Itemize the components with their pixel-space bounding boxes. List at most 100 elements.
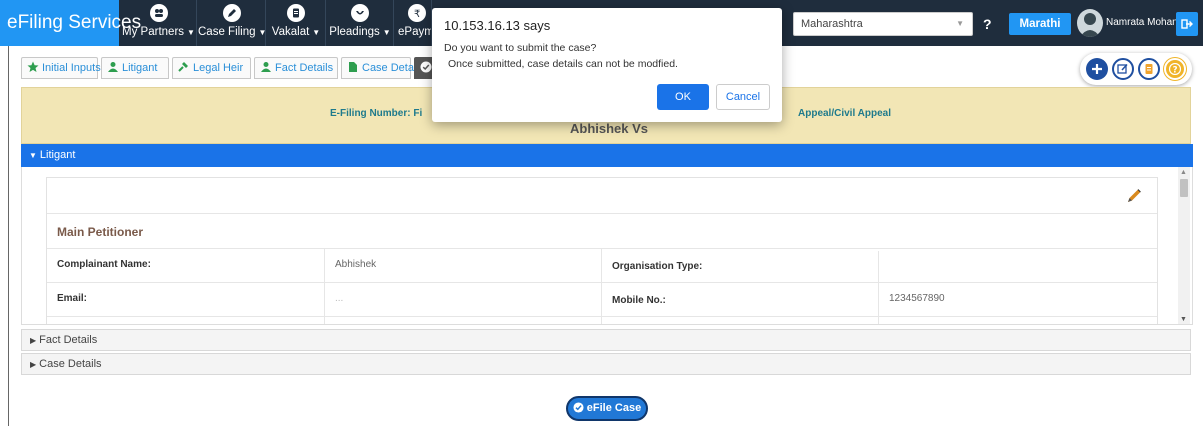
pencil-icon [222, 4, 241, 22]
dialog-message: Do you want to submit the case? [444, 42, 597, 54]
caret-down-icon: ▼ [382, 28, 391, 37]
dialog-title: 10.153.16.13 says [444, 18, 551, 33]
field-value: 1234567890 [889, 293, 945, 304]
state-select-value: Maharashtra [801, 18, 863, 30]
efiling-page: eFiling Services My Partners ▼ Case Filin… [0, 0, 1203, 426]
state-select[interactable]: Maharashtra ▼ [793, 12, 973, 36]
caret-down-icon: ▼ [29, 151, 37, 160]
rupee-icon: ₹ [408, 4, 426, 22]
case-type: Appeal/Civil Appeal [798, 108, 891, 119]
caret-right-icon: ▶ [30, 360, 37, 369]
efile-label: eFile Case [586, 402, 642, 414]
petitioner-details-grid: Complainant Name: Abhishek Organisation … [47, 248, 1157, 324]
litigant-panel-header[interactable]: ▼ Litigant [21, 144, 1193, 167]
tab-label: Initial Inputs [42, 62, 101, 74]
nav-pleadings[interactable]: Pleadings ▼ [327, 0, 394, 46]
caret-down-icon: ▼ [187, 28, 195, 37]
document-icon [287, 4, 305, 22]
table-row: Email: ... Mobile No.: 1234567890 [47, 282, 1157, 319]
table-row [47, 316, 1157, 324]
field-value [879, 249, 1157, 283]
edit-button[interactable] [1112, 58, 1134, 80]
star-icon [27, 61, 39, 72]
caret-right-icon: ▶ [30, 336, 37, 345]
scroll-down-icon[interactable]: ▼ [1180, 316, 1187, 323]
user-icon [261, 62, 271, 72]
brand-logo[interactable]: eFiling Services [0, 0, 141, 46]
document-button[interactable] [1138, 58, 1160, 80]
field-value: ... [325, 283, 602, 317]
file-icon [349, 62, 357, 72]
gavel-icon [178, 62, 188, 72]
nav-label: Vakalat [271, 26, 310, 38]
check-circle-icon [420, 61, 432, 73]
field-label: Email: [47, 283, 325, 317]
add-button[interactable] [1086, 58, 1108, 80]
litigant-panel-body: Main Petitioner Complainant Name: Abhish… [21, 167, 1193, 325]
confirm-dialog: 10.153.16.13 says Do you want to submit … [432, 8, 782, 122]
help-label: ? [983, 16, 992, 32]
tab-case-details[interactable]: Case Details [341, 57, 424, 79]
caret-down-icon: ▼ [312, 28, 321, 37]
petitioner-card: Main Petitioner Complainant Name: Abhish… [46, 177, 1158, 324]
field-label: Organisation Type: [602, 251, 879, 285]
tab-label: Fact Details [275, 62, 334, 74]
case-details-panel[interactable]: ▶ Case Details [21, 353, 1191, 375]
svg-text:₹: ₹ [414, 9, 420, 19]
table-row: Complainant Name: Abhishek Organisation … [47, 248, 1157, 285]
nav-label: ePaym [398, 26, 432, 38]
caret-down-icon: ▼ [258, 28, 267, 37]
field-cell [602, 317, 879, 324]
pencil-edit-icon[interactable] [1125, 187, 1143, 205]
logout-button[interactable] [1176, 12, 1198, 36]
edit-icon [1117, 63, 1128, 74]
avatar [1077, 9, 1103, 37]
user-menu[interactable]: Namrata Mohan... [1077, 7, 1186, 39]
nav-case-filing[interactable]: Case Filing ▼ [198, 0, 266, 46]
case-parties: Abhishek Vs [570, 121, 649, 136]
nav-epayment[interactable]: ₹ ePaym [395, 0, 432, 46]
ok-button[interactable]: OK [657, 84, 709, 110]
field-label: Mobile No.: [602, 285, 879, 319]
quick-action-bar: ? [1080, 53, 1192, 85]
field-value: Abhishek [325, 249, 602, 283]
section-title: Main Petitioner [57, 225, 144, 239]
nav-vakalat[interactable]: Vakalat ▼ [267, 0, 326, 46]
efiling-number: E-Filing Number: Fi [330, 108, 423, 119]
document-icon [1145, 64, 1153, 74]
help-menu-button[interactable]: ? ▼ [983, 12, 1005, 55]
svg-text:?: ? [1173, 65, 1178, 75]
question-icon: ? [1169, 63, 1181, 75]
dialog-submessage: Once submitted, case details can not be … [448, 58, 678, 70]
caret-down-icon: ▼ [956, 19, 964, 28]
nav-label: My Partners [122, 26, 185, 38]
check-circle-icon [573, 402, 584, 413]
language-button[interactable]: Marathi [1009, 13, 1071, 35]
field-cell [47, 317, 325, 324]
field-cell [325, 317, 602, 324]
tab-litigant[interactable]: Litigant [101, 57, 169, 79]
fact-details-panel[interactable]: ▶ Fact Details [21, 329, 1191, 351]
field-label: Complainant Name: [47, 249, 325, 283]
plus-icon [1092, 64, 1102, 74]
cancel-button[interactable]: Cancel [716, 84, 770, 110]
panel-title: Case Details [39, 358, 102, 370]
partners-icon [149, 4, 168, 22]
panel-scrollbar[interactable]: ▲ ▼ [1178, 167, 1190, 324]
scroll-up-icon[interactable]: ▲ [1180, 169, 1187, 176]
tab-label: Litigant [122, 62, 158, 74]
logout-icon [1181, 19, 1193, 29]
tab-initial-inputs[interactable]: Initial Inputs [21, 57, 101, 79]
tab-label: Legal Heir [193, 62, 244, 74]
pleadings-icon [351, 4, 369, 22]
scroll-thumb[interactable] [1180, 179, 1188, 197]
efile-case-button[interactable]: eFile Case [566, 396, 648, 421]
nav-label: Pleadings [329, 26, 380, 38]
card-toolbar [47, 178, 1157, 214]
panel-title: Fact Details [39, 334, 98, 346]
nav-label: Case Filing [198, 26, 256, 38]
tab-legal-heir[interactable]: Legal Heir [172, 57, 251, 79]
tab-fact-details[interactable]: Fact Details [254, 57, 338, 79]
help-button[interactable]: ? [1164, 58, 1186, 80]
nav-my-partners[interactable]: My Partners ▼ [121, 0, 197, 46]
